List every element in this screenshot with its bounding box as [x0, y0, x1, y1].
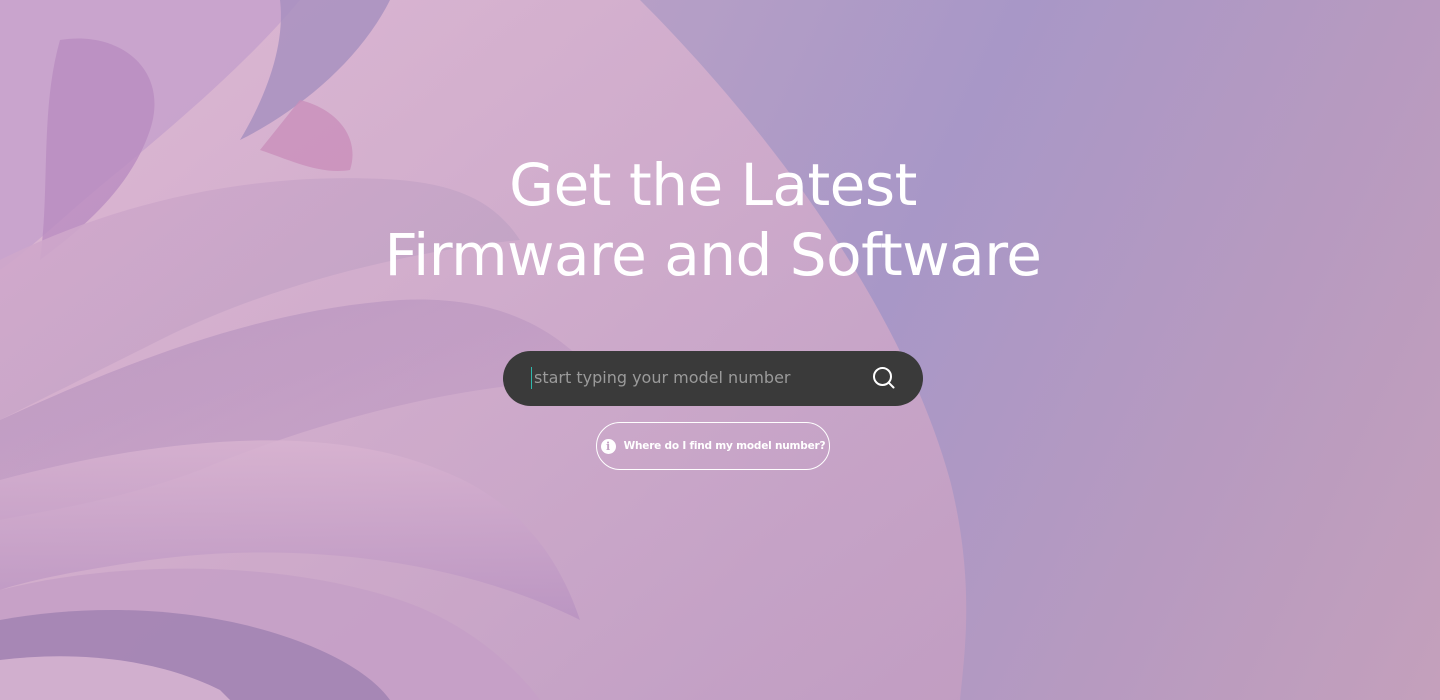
search-input[interactable] [531, 367, 851, 389]
headline-line-2: Firmware and Software [384, 221, 1042, 289]
search-bar [503, 351, 923, 406]
help-button-label: Where do I find my model number? [623, 440, 826, 452]
page-title: Get the Latest Firmware and Software [0, 150, 1426, 290]
hero-section: Get the Latest Firmware and Software i W… [0, 0, 1440, 700]
search-icon [873, 367, 895, 389]
search-button[interactable] [871, 365, 897, 391]
model-number-help-button[interactable]: i Where do I find my model number? [596, 422, 830, 470]
headline-line-1: Get the Latest [509, 151, 917, 219]
info-icon: i [600, 438, 616, 454]
